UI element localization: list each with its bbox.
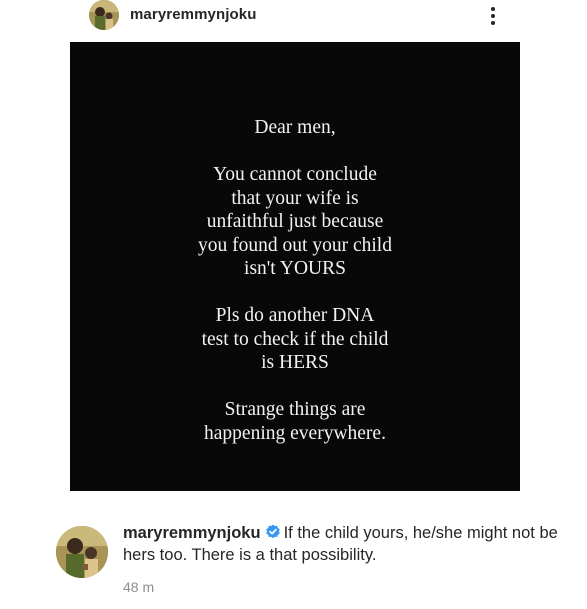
- verified-badge-icon: [265, 524, 281, 540]
- more-vertical-icon: [491, 7, 495, 25]
- image-text-paragraph: Strange things are happening everywhere.: [204, 399, 386, 444]
- post-username[interactable]: maryremmynjoku: [130, 6, 256, 23]
- post-header: maryremmynjoku: [0, 0, 587, 42]
- avatar[interactable]: [56, 526, 108, 578]
- more-options-button[interactable]: [486, 4, 500, 28]
- profile-photo-icon: [56, 526, 108, 578]
- avatar[interactable]: [89, 0, 119, 30]
- image-text-greeting: Dear men,: [254, 117, 336, 138]
- comment-body: maryremmynjoku If the child yours, he/she…: [123, 522, 563, 566]
- post-image-text: Dear men, You cannot conclude that your …: [70, 116, 520, 469]
- caption-comment: maryremmynjoku If the child yours, he/she…: [0, 520, 587, 609]
- post-image[interactable]: Dear men, You cannot conclude that your …: [70, 42, 520, 491]
- comment-username[interactable]: maryremmynjoku: [123, 524, 261, 542]
- image-text-paragraph: Pls do another DNA test to check if the …: [201, 305, 389, 373]
- image-text-paragraph: You cannot conclude that your wife is un…: [198, 164, 392, 279]
- comment-timestamp[interactable]: 48 m: [123, 579, 154, 595]
- profile-photo-icon: [89, 0, 119, 30]
